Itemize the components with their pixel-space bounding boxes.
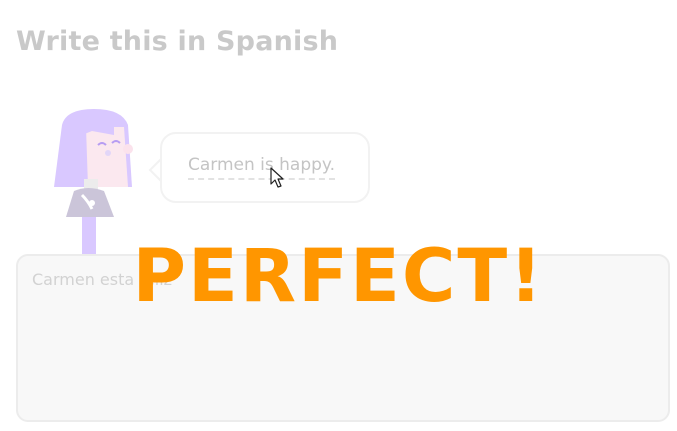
exercise-page: Write this in Spanish Carmen is happy. C… bbox=[0, 0, 677, 431]
feedback-banner: PERFECT! bbox=[132, 234, 545, 319]
character-illustration bbox=[54, 109, 133, 257]
prompt-sentence[interactable]: Carmen is happy. bbox=[188, 155, 335, 180]
page-title: Write this in Spanish bbox=[16, 26, 339, 57]
mouse-pointer-icon bbox=[270, 167, 284, 188]
